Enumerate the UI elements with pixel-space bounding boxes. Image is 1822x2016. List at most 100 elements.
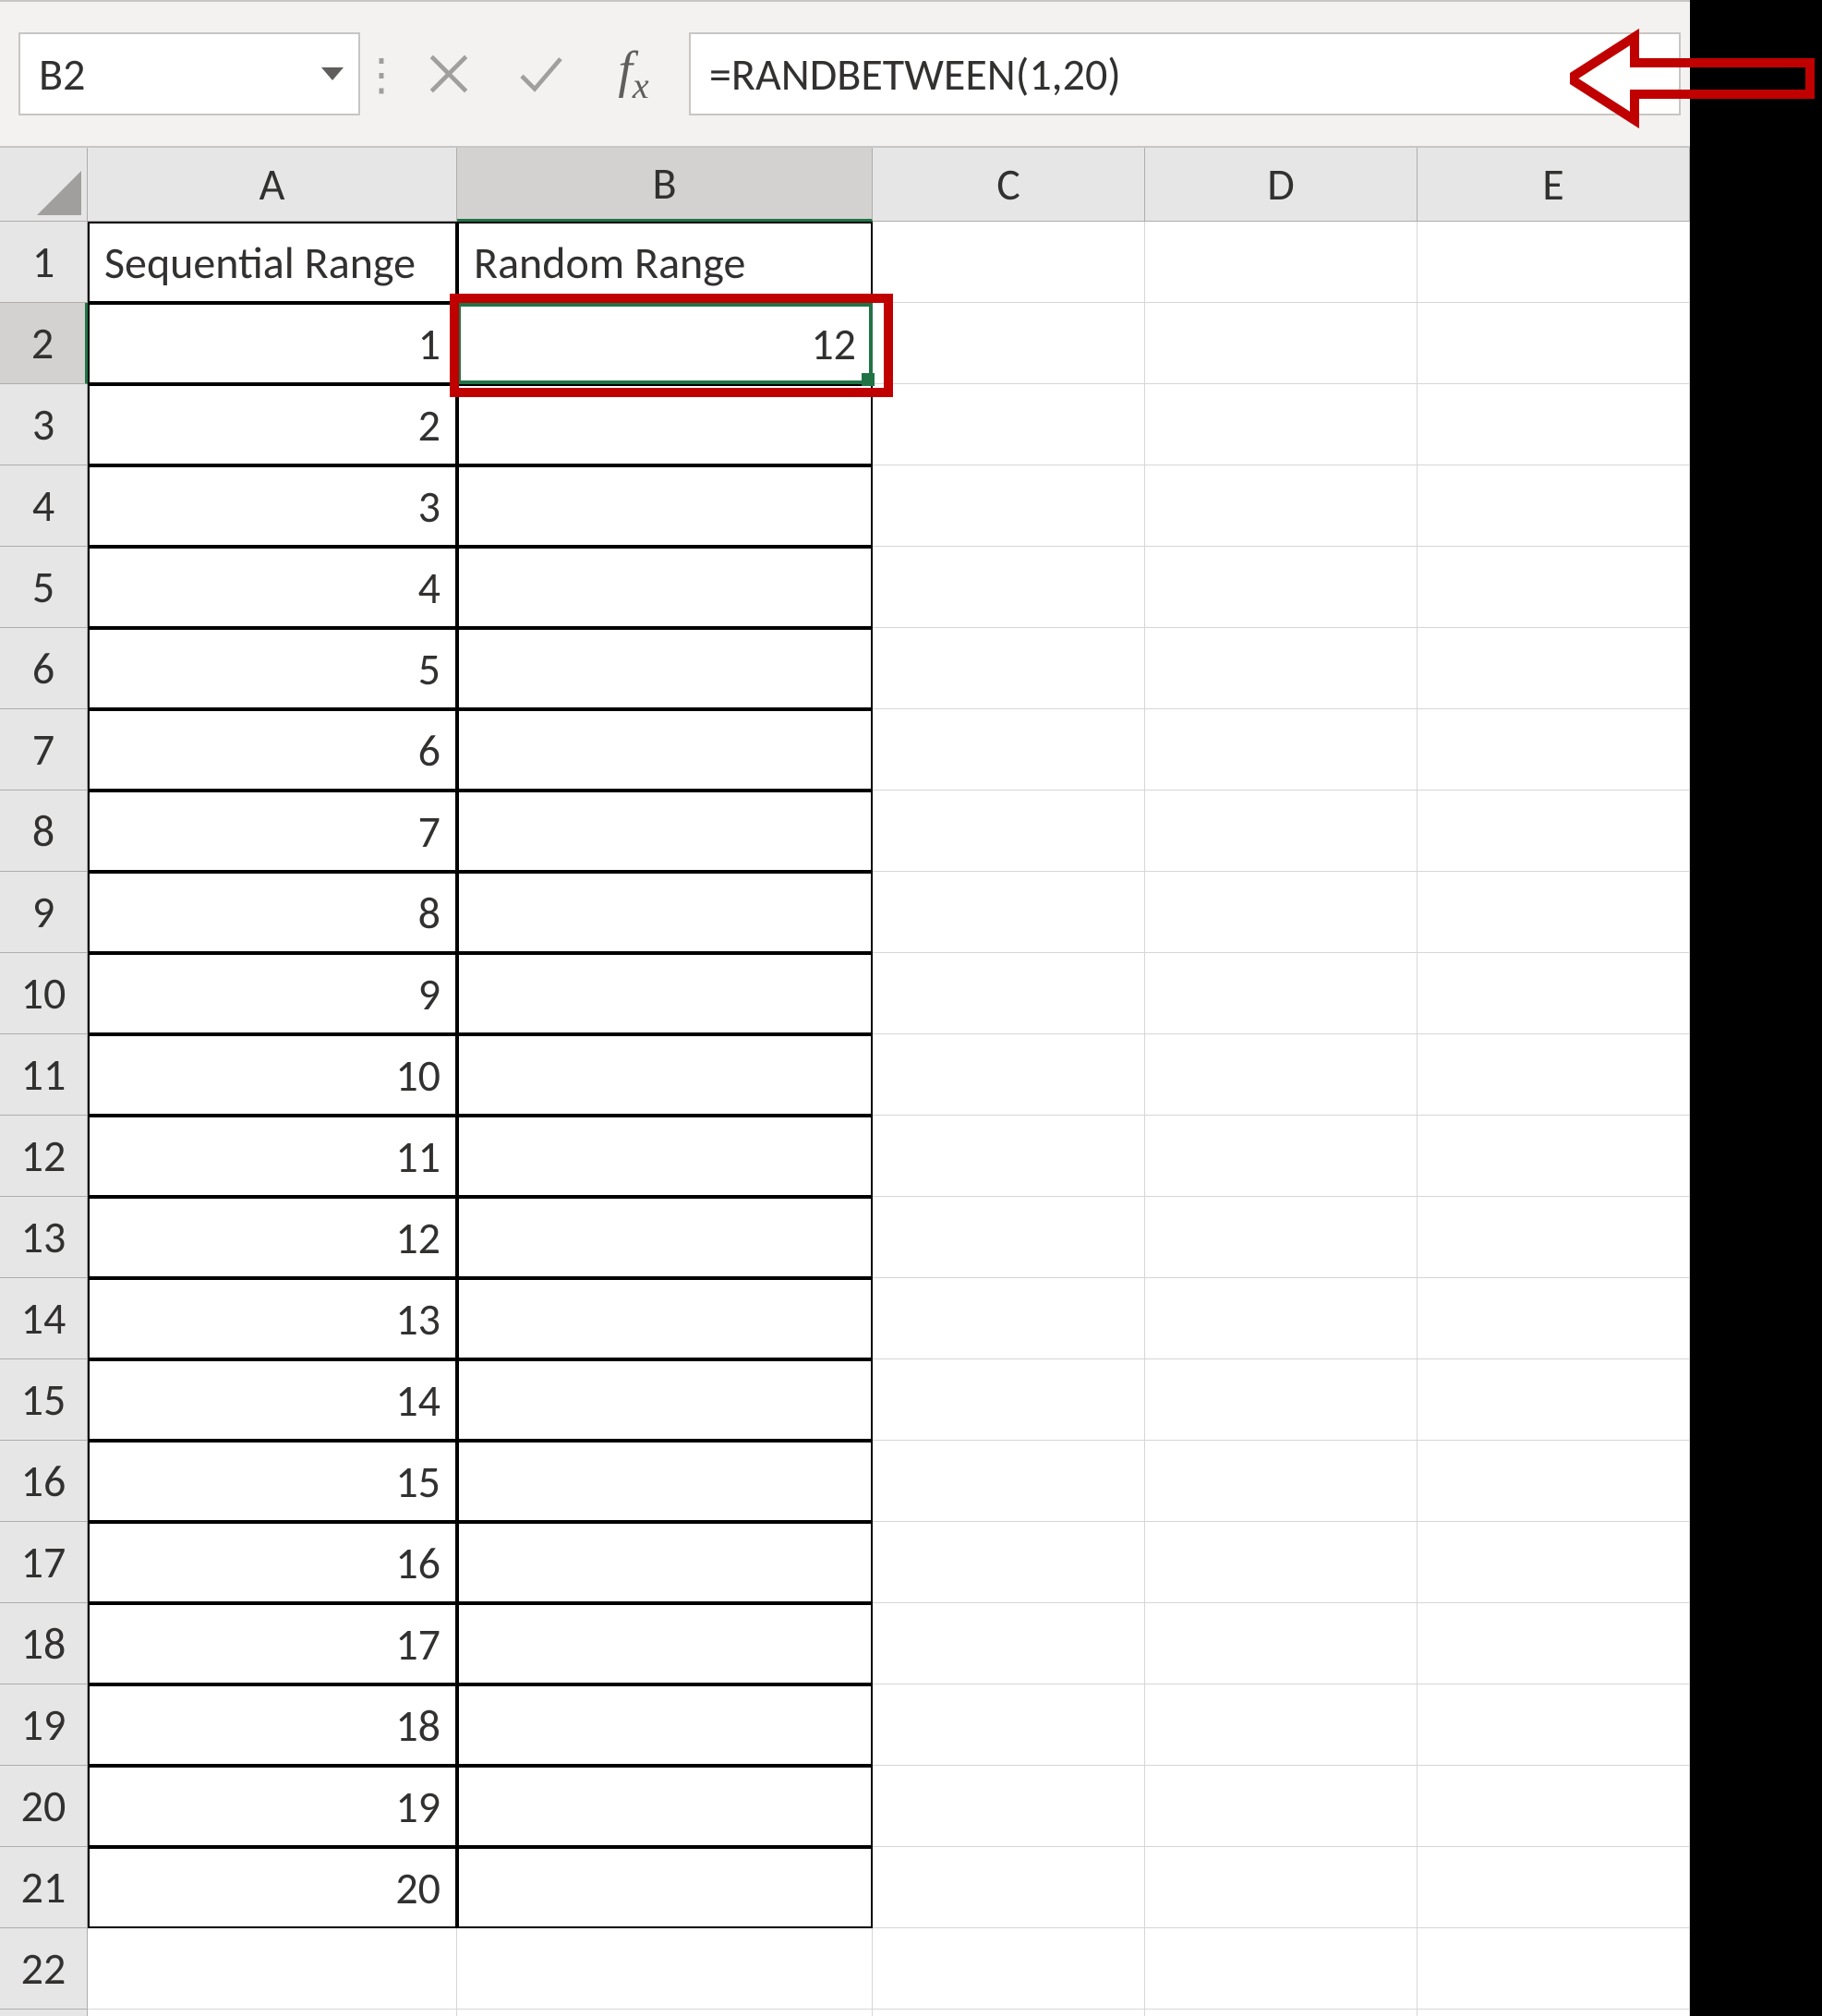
cell-A15[interactable]: 14 [88,1359,457,1441]
cell-D17[interactable] [1145,1522,1418,1603]
row-header-22[interactable]: 22 [0,1928,88,2010]
cell-D19[interactable] [1145,1684,1418,1766]
cell-E2[interactable] [1418,303,1690,384]
cell-E17[interactable] [1418,1522,1690,1603]
formula-input[interactable]: =RANDBETWEEN(1,20) [689,32,1681,115]
cell-D11[interactable] [1145,1034,1418,1116]
cell-E20[interactable] [1418,1766,1690,1847]
cell-D8[interactable] [1145,791,1418,872]
column-header-B[interactable]: B [457,148,873,222]
cell-B19[interactable] [457,1684,873,1766]
cell-D9[interactable] [1145,872,1418,953]
row-header-3[interactable]: 3 [0,384,88,465]
cell-D18[interactable] [1145,1603,1418,1684]
name-box[interactable]: B2 [18,32,360,115]
cell-B17[interactable] [457,1522,873,1603]
cell-B6[interactable] [457,628,873,709]
cell-A9[interactable]: 8 [88,872,457,953]
cell-A2[interactable]: 1 [88,303,457,384]
cell-B12[interactable] [457,1116,873,1197]
cell-C8[interactable] [873,791,1145,872]
row-header-6[interactable]: 6 [0,628,88,709]
spreadsheet-grid[interactable]: ABCDE1Sequential RangeRandom Range211232… [0,148,1690,2016]
cell-A16[interactable]: 15 [88,1441,457,1522]
cell-A23[interactable] [88,2010,457,2016]
cell-D21[interactable] [1145,1847,1418,1928]
cell-A19[interactable]: 18 [88,1684,457,1766]
cell-C15[interactable] [873,1359,1145,1441]
row-header-4[interactable]: 4 [0,465,88,547]
cell-C11[interactable] [873,1034,1145,1116]
cell-E10[interactable] [1418,953,1690,1034]
row-header-19[interactable]: 19 [0,1684,88,1766]
cell-E1[interactable] [1418,222,1690,303]
cell-B18[interactable] [457,1603,873,1684]
row-header-10[interactable]: 10 [0,953,88,1034]
cell-E22[interactable] [1418,1928,1690,2010]
cell-C7[interactable] [873,709,1145,791]
cell-C14[interactable] [873,1278,1145,1359]
cell-D12[interactable] [1145,1116,1418,1197]
cell-E18[interactable] [1418,1603,1690,1684]
cell-E12[interactable] [1418,1116,1690,1197]
cell-E15[interactable] [1418,1359,1690,1441]
cell-C18[interactable] [873,1603,1145,1684]
column-header-D[interactable]: D [1145,148,1418,222]
cell-E19[interactable] [1418,1684,1690,1766]
cell-D23[interactable] [1145,2010,1418,2016]
cell-B11[interactable] [457,1034,873,1116]
row-header-18[interactable]: 18 [0,1603,88,1684]
cell-E3[interactable] [1418,384,1690,465]
cell-D5[interactable] [1145,547,1418,628]
cell-A11[interactable]: 10 [88,1034,457,1116]
cell-E11[interactable] [1418,1034,1690,1116]
cell-C3[interactable] [873,384,1145,465]
cell-E13[interactable] [1418,1197,1690,1278]
cell-A14[interactable]: 13 [88,1278,457,1359]
cell-E8[interactable] [1418,791,1690,872]
cell-D10[interactable] [1145,953,1418,1034]
cell-B16[interactable] [457,1441,873,1522]
cell-A1[interactable]: Sequential Range [88,222,457,303]
row-header-14[interactable]: 14 [0,1278,88,1359]
cell-B7[interactable] [457,709,873,791]
cell-C16[interactable] [873,1441,1145,1522]
cell-C23[interactable] [873,2010,1145,2016]
cell-B22[interactable] [457,1928,873,2010]
cell-C6[interactable] [873,628,1145,709]
cell-A6[interactable]: 5 [88,628,457,709]
column-header-E[interactable]: E [1418,148,1690,222]
chevron-down-icon[interactable] [321,67,344,80]
row-header-12[interactable]: 12 [0,1116,88,1197]
row-header-7[interactable]: 7 [0,709,88,791]
column-header-C[interactable]: C [873,148,1145,222]
cell-E5[interactable] [1418,547,1690,628]
cell-D3[interactable] [1145,384,1418,465]
cell-D20[interactable] [1145,1766,1418,1847]
cell-D2[interactable] [1145,303,1418,384]
row-header-8[interactable]: 8 [0,791,88,872]
cell-D4[interactable] [1145,465,1418,547]
cell-A17[interactable]: 16 [88,1522,457,1603]
row-header-15[interactable]: 15 [0,1359,88,1441]
row-header-2[interactable]: 2 [0,303,88,384]
cell-B14[interactable] [457,1278,873,1359]
cell-A4[interactable]: 3 [88,465,457,547]
cell-C5[interactable] [873,547,1145,628]
cell-E23[interactable] [1418,2010,1690,2016]
cell-B2[interactable]: 12 [457,303,873,384]
cell-E14[interactable] [1418,1278,1690,1359]
cell-B8[interactable] [457,791,873,872]
cell-E7[interactable] [1418,709,1690,791]
cell-B5[interactable] [457,547,873,628]
cell-E4[interactable] [1418,465,1690,547]
cell-A5[interactable]: 4 [88,547,457,628]
select-all-icon[interactable] [0,148,88,222]
cell-C4[interactable] [873,465,1145,547]
cell-C2[interactable] [873,303,1145,384]
row-header-13[interactable]: 13 [0,1197,88,1278]
cell-A13[interactable]: 12 [88,1197,457,1278]
row-header-23[interactable]: 23 [0,2010,88,2016]
cell-B1[interactable]: Random Range [457,222,873,303]
cell-E6[interactable] [1418,628,1690,709]
